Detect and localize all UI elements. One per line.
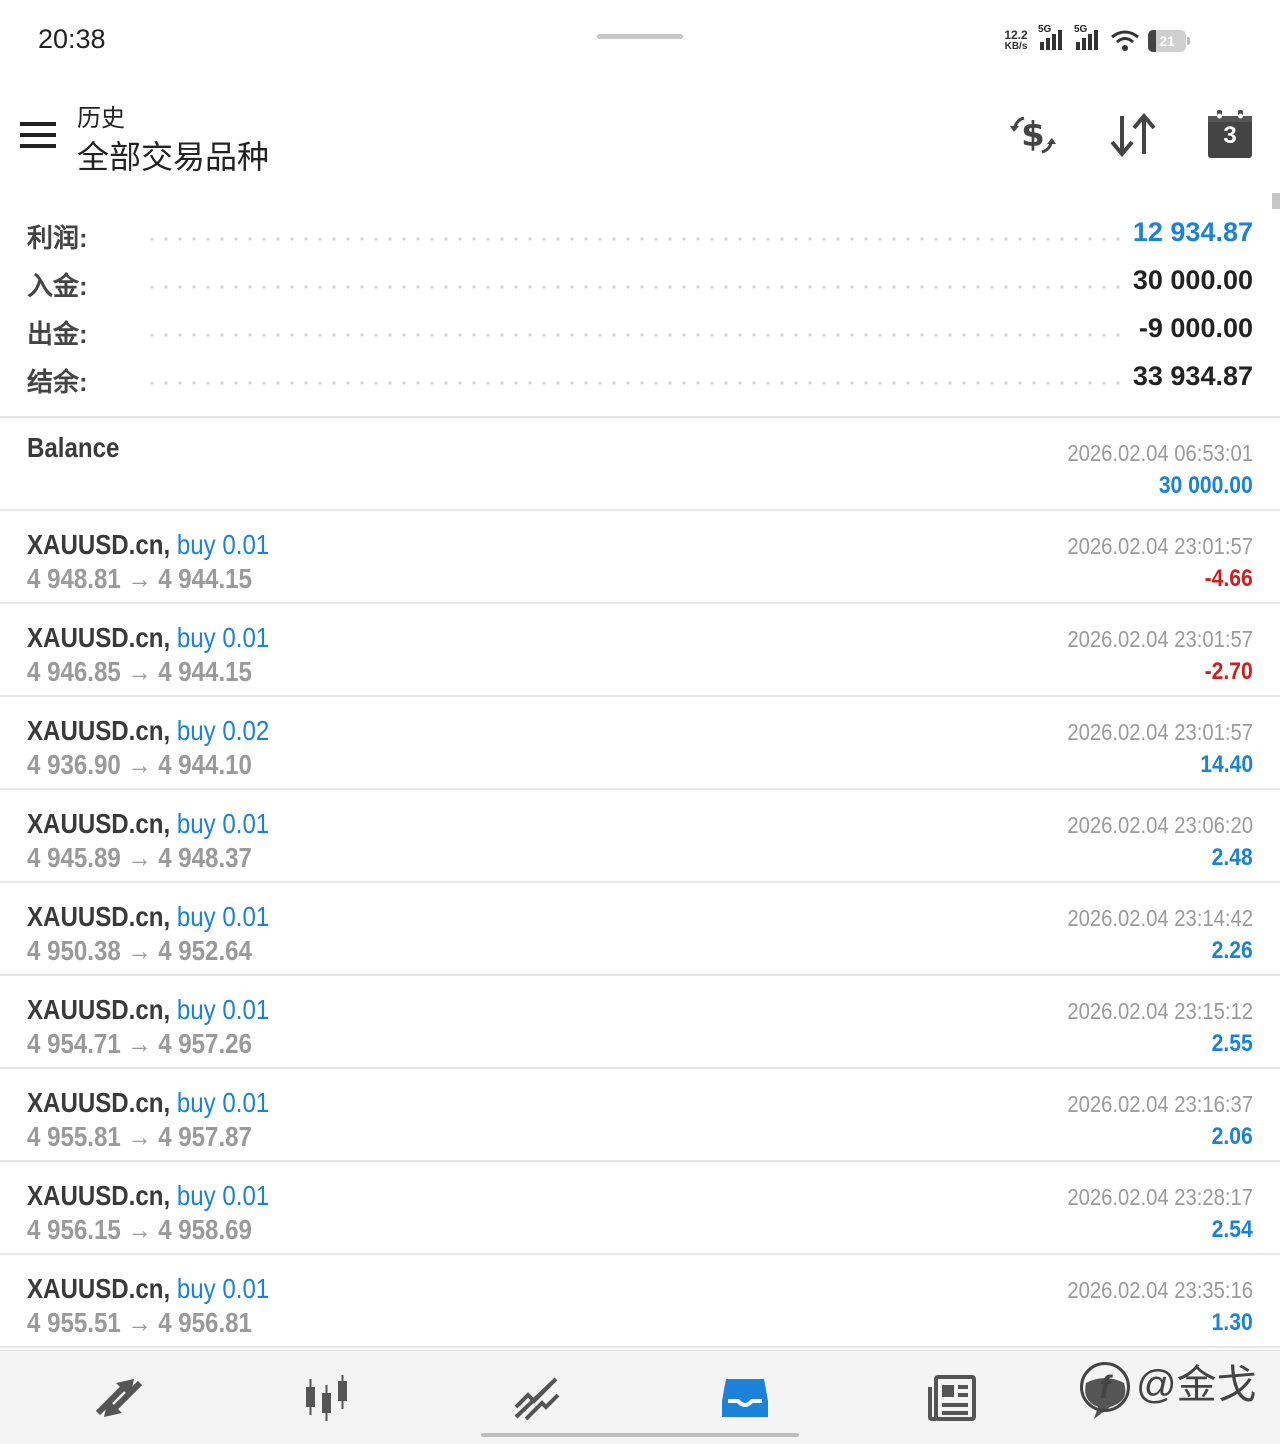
balance-row[interactable]: Balance 2026.02.04 06:53:01 30 000.00 — [0, 418, 1280, 511]
deal-amount: 30 000.00 — [1159, 472, 1253, 499]
deal-prices: 4 948.81 → 4 944.15 — [27, 563, 252, 594]
deal-side: buy 0.01 — [176, 1273, 270, 1304]
deal-profit: 2.54 — [1211, 1216, 1253, 1243]
deal-time: 2026.02.04 23:01:57 — [1067, 533, 1253, 559]
drag-handle[interactable] — [597, 34, 683, 39]
deal-time: 2026.02.04 23:15:12 — [1067, 998, 1253, 1024]
deal-profit: 2.06 — [1211, 1123, 1253, 1150]
profit-value: 12 934.87 — [1120, 217, 1253, 248]
battery-icon: 21 — [1148, 29, 1190, 52]
deal-side: buy 0.02 — [176, 715, 270, 746]
deal-time: 2026.02.04 23:16:37 — [1067, 1091, 1253, 1117]
deal-symbol: XAUUSD.cn, — [27, 715, 171, 746]
deal-profit: 1.30 — [1211, 1309, 1253, 1336]
deal-profit: -2.70 — [1204, 658, 1253, 685]
page-subtitle: 历史 — [77, 105, 125, 132]
summary-balance: 结余: 33 934.87 — [27, 361, 1253, 397]
deal-prices: 4 950.38 → 4 952.64 — [27, 935, 252, 966]
summary-panel: 利润: 12 934.87 入金: 30 000.00 出金: -9 000.0… — [0, 210, 1280, 402]
deal-profit: 14.40 — [1200, 751, 1253, 778]
deal-symbol: XAUUSD.cn, — [27, 994, 171, 1025]
history-icon[interactable] — [720, 1373, 770, 1423]
deal-prices: 4 954.71 → 4 957.26 — [27, 1028, 252, 1059]
deal-row[interactable]: XAUUSD.cn, buy 0.01 4 956.15 → 4 958.69 … — [0, 1162, 1280, 1255]
deal-row[interactable]: XAUUSD.cn, buy 0.01 4 946.85 → 4 944.15 … — [0, 604, 1280, 697]
signal-sim1-icon: 5G — [1038, 24, 1066, 55]
dotted-leader — [145, 285, 1120, 289]
deal-profit: 2.55 — [1211, 1030, 1253, 1057]
deal-row[interactable]: XAUUSD.cn, buy 0.01 4 948.81 → 4 944.15 … — [0, 511, 1280, 604]
deal-side: buy 0.01 — [176, 994, 270, 1025]
deal-prices: 4 955.81 → 4 957.87 — [27, 1121, 252, 1152]
deal-symbol: XAUUSD.cn, — [27, 1273, 171, 1304]
dotted-leader — [145, 237, 1120, 241]
summary-withdrawal: 出金: -9 000.00 — [27, 313, 1253, 349]
app-toolbar: 历史 全部交易品种 $ 3 — [0, 90, 1280, 190]
deal-prices: 4 955.51 → 4 956.81 — [27, 1307, 252, 1338]
currency-exchange-icon[interactable]: $ — [1006, 108, 1060, 162]
deal-time: 2026.02.04 23:01:57 — [1067, 626, 1253, 652]
active-tab-indicator — [481, 1433, 799, 1437]
deal-symbol: XAUUSD.cn, — [27, 808, 171, 839]
deal-prices: 4 946.85 → 4 944.15 — [27, 656, 252, 687]
chart-icon[interactable] — [302, 1373, 352, 1423]
deal-row[interactable]: XAUUSD.cn, buy 0.01 4 955.51 → 4 956.81 … — [0, 1255, 1280, 1348]
deal-row[interactable]: XAUUSD.cn, buy 0.01 4 954.71 → 4 957.26 … — [0, 976, 1280, 1069]
status-time: 20:38 — [38, 24, 106, 54]
deal-time: 2026.02.04 23:35:16 — [1067, 1277, 1253, 1303]
wifi-icon — [1111, 30, 1139, 51]
svg-text:$: $ — [1021, 115, 1045, 155]
deposit-value: 30 000.00 — [1120, 265, 1253, 296]
deal-time: 2026.02.04 23:01:57 — [1067, 719, 1253, 745]
deal-symbol: XAUUSD.cn, — [27, 529, 171, 560]
deal-symbol: XAUUSD.cn, — [27, 622, 171, 653]
deal-profit: -4.66 — [1204, 565, 1253, 592]
deal-side: buy 0.01 — [176, 901, 270, 932]
dotted-leader — [145, 381, 1120, 385]
signal-sim2-icon: 5G — [1074, 24, 1102, 55]
deal-prices: 4 936.90 → 4 944.10 — [27, 749, 252, 780]
summary-profit: 利润: 12 934.87 — [27, 217, 1253, 253]
deal-prices: 4 945.89 → 4 948.37 — [27, 842, 252, 873]
deal-time: 2026.02.04 06:53:01 — [1067, 440, 1253, 466]
deal-side: buy 0.01 — [176, 529, 270, 560]
deal-time: 2026.02.04 23:06:20 — [1067, 812, 1253, 838]
status-bar: 20:38 12.2 KB/s 5G 5G 21 — [0, 0, 1280, 80]
deal-symbol: XAUUSD.cn, — [27, 1180, 171, 1211]
news-icon[interactable] — [928, 1373, 978, 1423]
trade-icon[interactable] — [512, 1373, 562, 1423]
deal-symbol: XAUUSD.cn, — [27, 901, 171, 932]
deal-symbol: XAUUSD.cn, — [27, 1087, 171, 1118]
quotes-icon[interactable] — [94, 1373, 144, 1423]
deal-time: 2026.02.04 23:28:17 — [1067, 1184, 1253, 1210]
watermark-logo-icon: f — [1080, 1362, 1130, 1413]
deal-side: buy 0.01 — [176, 622, 270, 653]
deal-row[interactable]: XAUUSD.cn, buy 0.01 4 945.89 → 4 948.37 … — [0, 790, 1280, 883]
deal-side: buy 0.01 — [176, 1180, 270, 1211]
withdrawal-value: -9 000.00 — [1126, 313, 1253, 344]
status-icons: 12.2 KB/s 5G 5G 21 — [1002, 24, 1190, 55]
calendar-badge: 3 — [1223, 122, 1237, 149]
deal-row[interactable]: XAUUSD.cn, buy 0.01 4 950.38 → 4 952.64 … — [0, 883, 1280, 976]
calendar-icon[interactable]: 3 — [1203, 108, 1257, 162]
deal-side: buy 0.01 — [176, 808, 270, 839]
deal-profit: 2.48 — [1211, 844, 1253, 871]
summary-deposit: 入金: 30 000.00 — [27, 265, 1253, 301]
deal-row[interactable]: XAUUSD.cn, buy 0.02 4 936.90 → 4 944.10 … — [0, 697, 1280, 790]
deal-side: buy 0.01 — [176, 1087, 270, 1118]
deal-row[interactable]: XAUUSD.cn, buy 0.01 4 955.81 → 4 957.87 … — [0, 1069, 1280, 1162]
page-title[interactable]: 全部交易品种 — [77, 132, 269, 178]
menu-icon[interactable] — [20, 120, 56, 150]
deal-time: 2026.02.04 23:14:42 — [1067, 905, 1253, 931]
net-speed: 12.2 KB/s — [1004, 27, 1028, 52]
sort-icon[interactable] — [1106, 108, 1160, 162]
balance-value: 33 934.87 — [1120, 361, 1253, 392]
dotted-leader — [145, 333, 1120, 337]
scrollbar[interactable] — [1272, 193, 1280, 209]
history-list[interactable]: Balance 2026.02.04 06:53:01 30 000.00 XA… — [0, 418, 1280, 1348]
watermark: f @金戈 — [1080, 1352, 1257, 1413]
deal-profit: 2.26 — [1211, 937, 1253, 964]
deal-prices: 4 956.15 → 4 958.69 — [27, 1214, 252, 1245]
balance-label: Balance — [27, 432, 120, 463]
